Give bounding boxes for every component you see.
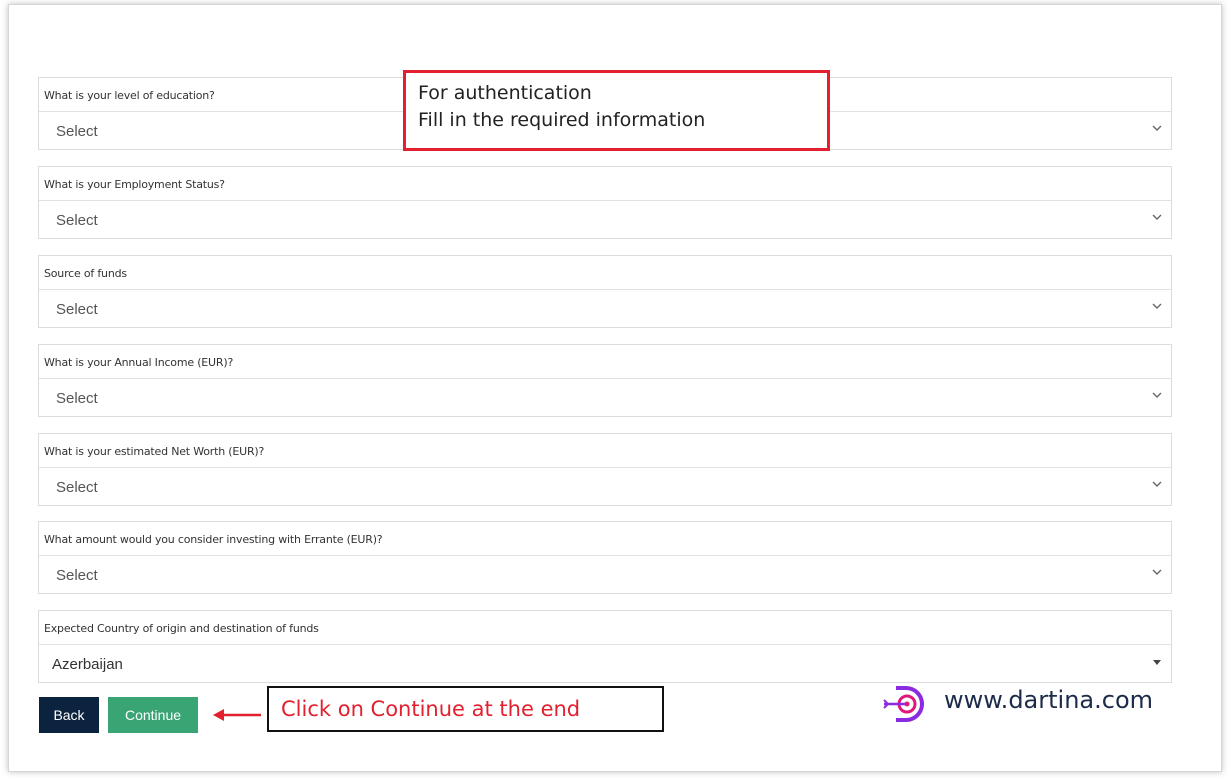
- net-worth-field: What is your estimated Net Worth (EUR)? …: [38, 433, 1172, 506]
- employment-status-select-value: Select: [56, 212, 98, 229]
- country-of-funds-select[interactable]: Azerbaijan: [39, 645, 1171, 683]
- callout-line-1: For authentication: [418, 82, 592, 104]
- continue-button[interactable]: Continue: [108, 697, 198, 733]
- caret-down-icon: [1153, 660, 1161, 665]
- investment-amount-label: What amount would you consider investing…: [39, 522, 1171, 556]
- source-of-funds-label: Source of funds: [39, 256, 1171, 290]
- investment-amount-field: What amount would you consider investing…: [38, 521, 1172, 594]
- dartina-logo-icon: [883, 686, 924, 722]
- country-of-funds-field: Expected Country of origin and destinati…: [38, 610, 1172, 683]
- employment-status-field: What is your Employment Status? Select: [38, 166, 1172, 239]
- source-of-funds-select[interactable]: Select: [39, 290, 1171, 328]
- source-of-funds-select-value: Select: [56, 301, 98, 318]
- country-of-funds-select-value: Azerbaijan: [52, 656, 123, 673]
- continue-instruction-note: Click on Continue at the end: [267, 686, 664, 732]
- annual-income-label: What is your Annual Income (EUR)?: [39, 345, 1171, 379]
- chevron-down-icon: [1152, 569, 1162, 575]
- chevron-down-icon: [1152, 303, 1162, 309]
- chevron-down-icon: [1152, 392, 1162, 398]
- authentication-callout: For authentication Fill in the required …: [403, 70, 830, 151]
- employment-status-label: What is your Employment Status?: [39, 167, 1171, 201]
- annual-income-select[interactable]: Select: [39, 379, 1171, 417]
- annual-income-select-value: Select: [56, 390, 98, 407]
- chevron-down-icon: [1152, 481, 1162, 487]
- brand-url: www.dartina.com: [944, 686, 1154, 714]
- investment-amount-select[interactable]: Select: [39, 556, 1171, 594]
- continue-instruction-text: Click on Continue at the end: [281, 697, 581, 721]
- employment-status-select[interactable]: Select: [39, 201, 1171, 239]
- back-button[interactable]: Back: [39, 697, 99, 733]
- chevron-down-icon: [1152, 125, 1162, 131]
- net-worth-select-value: Select: [56, 479, 98, 496]
- arrow-left-icon: [213, 709, 261, 721]
- net-worth-select[interactable]: Select: [39, 468, 1171, 506]
- callout-line-2: Fill in the required information: [418, 109, 706, 131]
- country-of-funds-label: Expected Country of origin and destinati…: [39, 611, 1171, 645]
- chevron-down-icon: [1152, 214, 1162, 220]
- annual-income-field: What is your Annual Income (EUR)? Select: [38, 344, 1172, 417]
- investment-amount-select-value: Select: [56, 567, 98, 584]
- net-worth-label: What is your estimated Net Worth (EUR)?: [39, 434, 1171, 468]
- source-of-funds-field: Source of funds Select: [38, 255, 1172, 328]
- education-select-value: Select: [56, 123, 98, 140]
